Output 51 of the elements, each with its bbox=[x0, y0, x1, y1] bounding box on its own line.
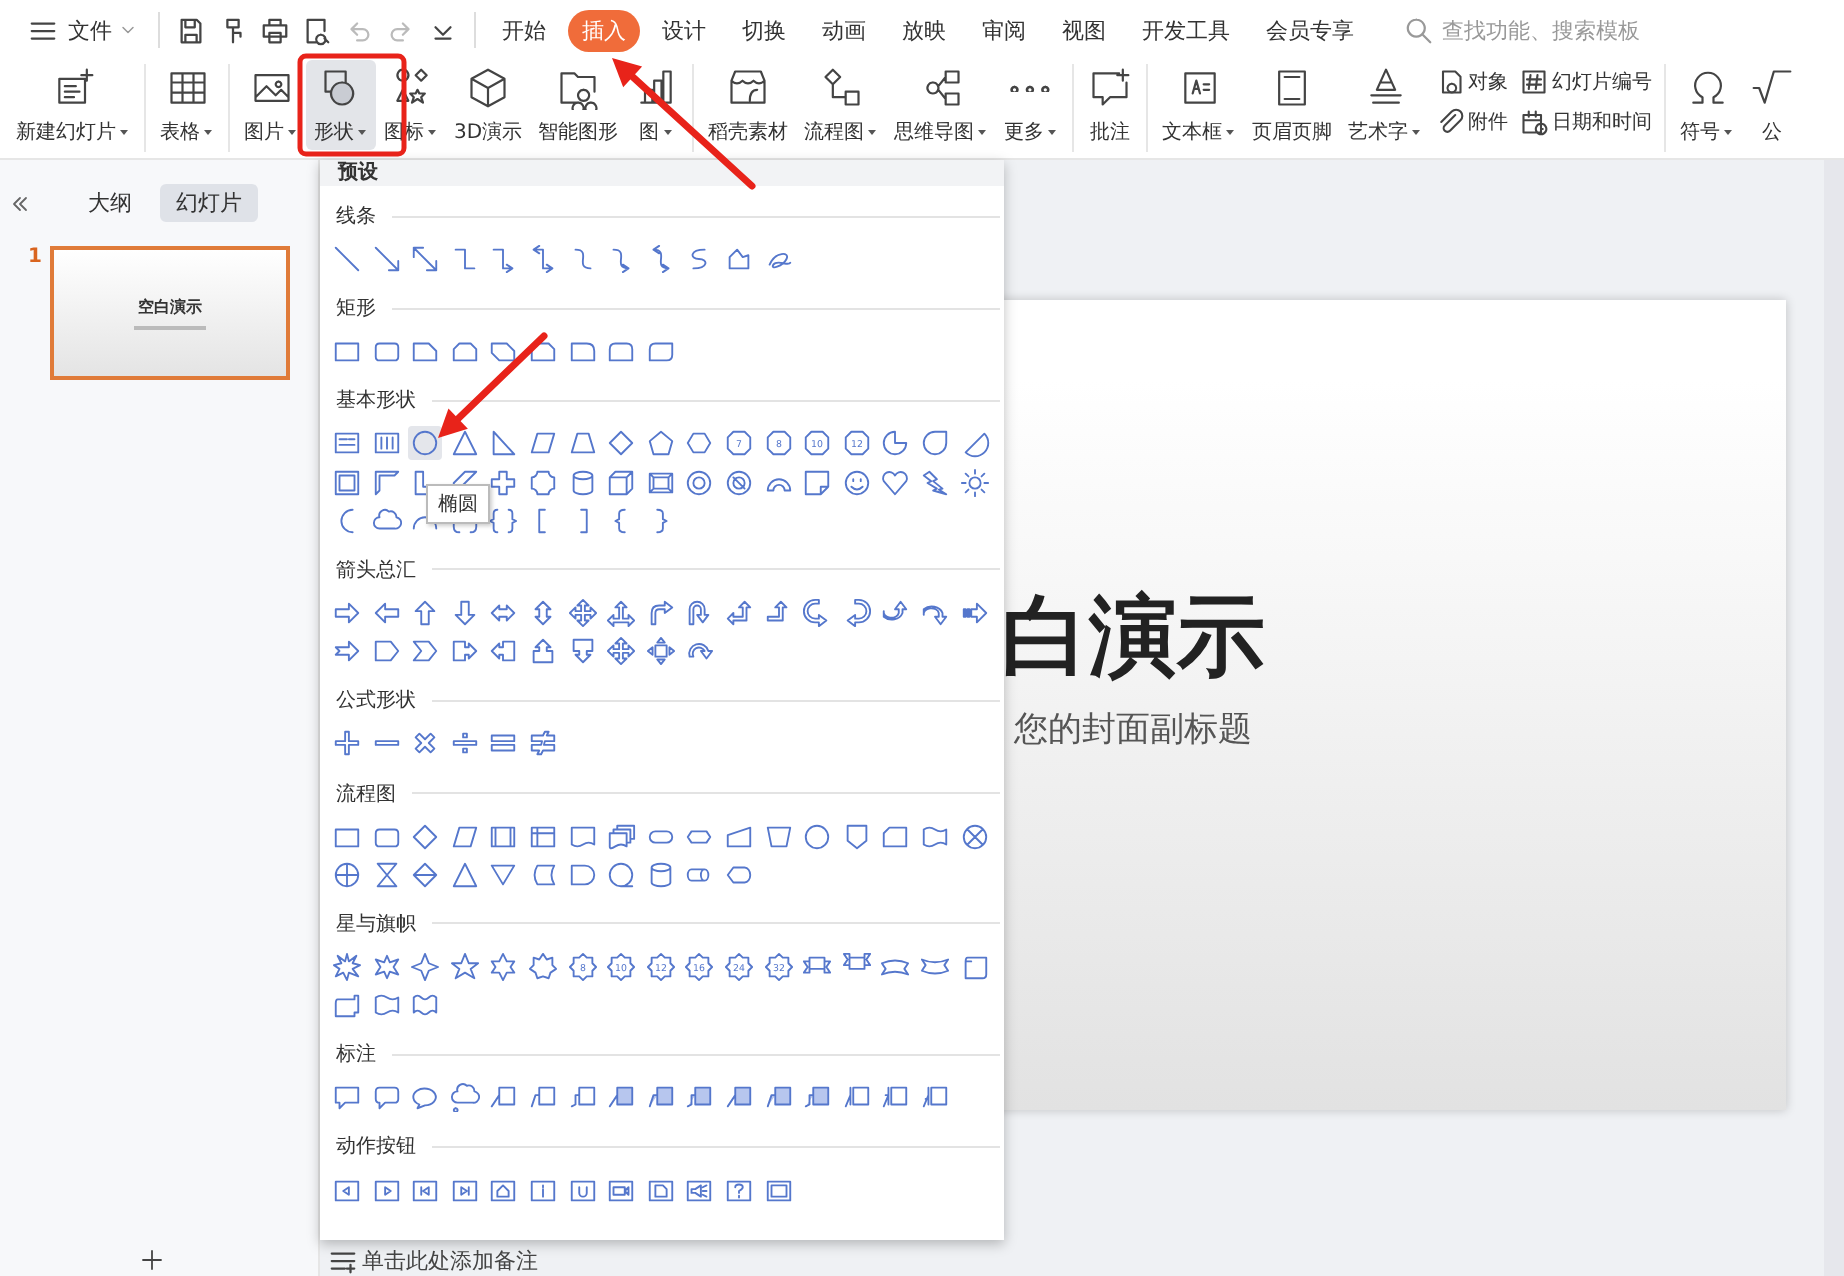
section-title: 动作按钮 bbox=[336, 1133, 416, 1161]
ribbon-button[interactable]: 日期和时间 bbox=[1520, 108, 1653, 136]
mind-map-button[interactable]: 思维导图 bbox=[886, 60, 997, 150]
slide-thumbnail[interactable]: 空白演示 bbox=[49, 246, 290, 380]
tooltip: 椭圆 bbox=[426, 484, 490, 524]
section-title: 星与旗帜 bbox=[336, 911, 416, 938]
text-box-button[interactable]: 文本框 bbox=[1154, 60, 1245, 150]
table-button[interactable]: 表格 bbox=[152, 60, 222, 150]
ribbon-button[interactable]: 对象 bbox=[1436, 68, 1509, 96]
smart-graphic-button[interactable]: 智能图形 bbox=[530, 60, 627, 150]
ribbon-tab[interactable]: 动画 bbox=[808, 9, 880, 51]
section-title: 基本形状 bbox=[336, 387, 416, 415]
section-title: 公式形状 bbox=[336, 687, 416, 715]
formula-button[interactable]: 公 bbox=[1742, 60, 1803, 150]
section-title: 线条 bbox=[336, 203, 376, 230]
slide-title: 白演示 bbox=[1001, 590, 1265, 687]
ribbon-tab[interactable]: 视图 bbox=[1048, 9, 1120, 51]
header-footer-button[interactable]: 页眉页脚 bbox=[1244, 60, 1341, 150]
3d-button[interactable]: 3D演示 bbox=[446, 60, 531, 150]
more-button[interactable]: 更多 bbox=[996, 60, 1067, 150]
panel-tab[interactable]: 幻灯片 bbox=[160, 184, 258, 222]
slide-subtitle: 您的封面副标题 bbox=[1014, 708, 1252, 753]
ribbon-tab[interactable]: 开始 bbox=[488, 9, 560, 51]
ribbon-tab[interactable]: 审阅 bbox=[968, 9, 1040, 51]
flowchart-button[interactable]: 流程图 bbox=[796, 60, 887, 150]
ribbon-tab[interactable]: 切换 bbox=[728, 9, 800, 51]
section-title: 流程图 bbox=[336, 781, 396, 807]
section-title: 矩形 bbox=[336, 296, 376, 323]
panel-tab[interactable]: 大纲 bbox=[72, 184, 148, 222]
shapes-button[interactable]: 形状 bbox=[306, 60, 376, 150]
section-title: 标注 bbox=[336, 1041, 376, 1069]
word-art-button[interactable]: 艺术字 bbox=[1340, 60, 1431, 150]
materials-button[interactable]: 稻壳素材 bbox=[700, 60, 797, 150]
comment-button[interactable]: 批注 bbox=[1080, 60, 1141, 150]
thumbnail-title: 空白演示 bbox=[137, 296, 202, 319]
ribbon-tab[interactable]: 放映 bbox=[888, 9, 960, 51]
ribbon-button[interactable]: 附件 bbox=[1436, 108, 1509, 136]
ribbon-tab[interactable]: 开发工具 bbox=[1128, 9, 1244, 51]
symbol-button[interactable]: 符号 bbox=[1672, 60, 1743, 150]
chart-button[interactable]: 图 bbox=[626, 60, 687, 150]
ribbon-tab[interactable]: 会员专享 bbox=[1252, 9, 1368, 51]
picture-button[interactable]: 图片 bbox=[236, 60, 306, 150]
preset-header: 预设 bbox=[320, 160, 1004, 186]
ribbon-button[interactable]: 幻灯片编号 bbox=[1520, 68, 1653, 96]
notes-placeholder[interactable]: 单击此处添加备注 bbox=[362, 1245, 538, 1275]
ribbon-tab[interactable]: 设计 bbox=[648, 9, 720, 51]
new-slide-button[interactable]: 新建幻灯片 bbox=[8, 60, 138, 150]
file-menu[interactable]: 文件 bbox=[16, 11, 146, 49]
slide-number: 1 bbox=[28, 246, 42, 268]
search-field[interactable]: 查找功能、搜索模板 bbox=[1400, 15, 1706, 45]
section-title: 箭头总汇 bbox=[336, 557, 416, 584]
